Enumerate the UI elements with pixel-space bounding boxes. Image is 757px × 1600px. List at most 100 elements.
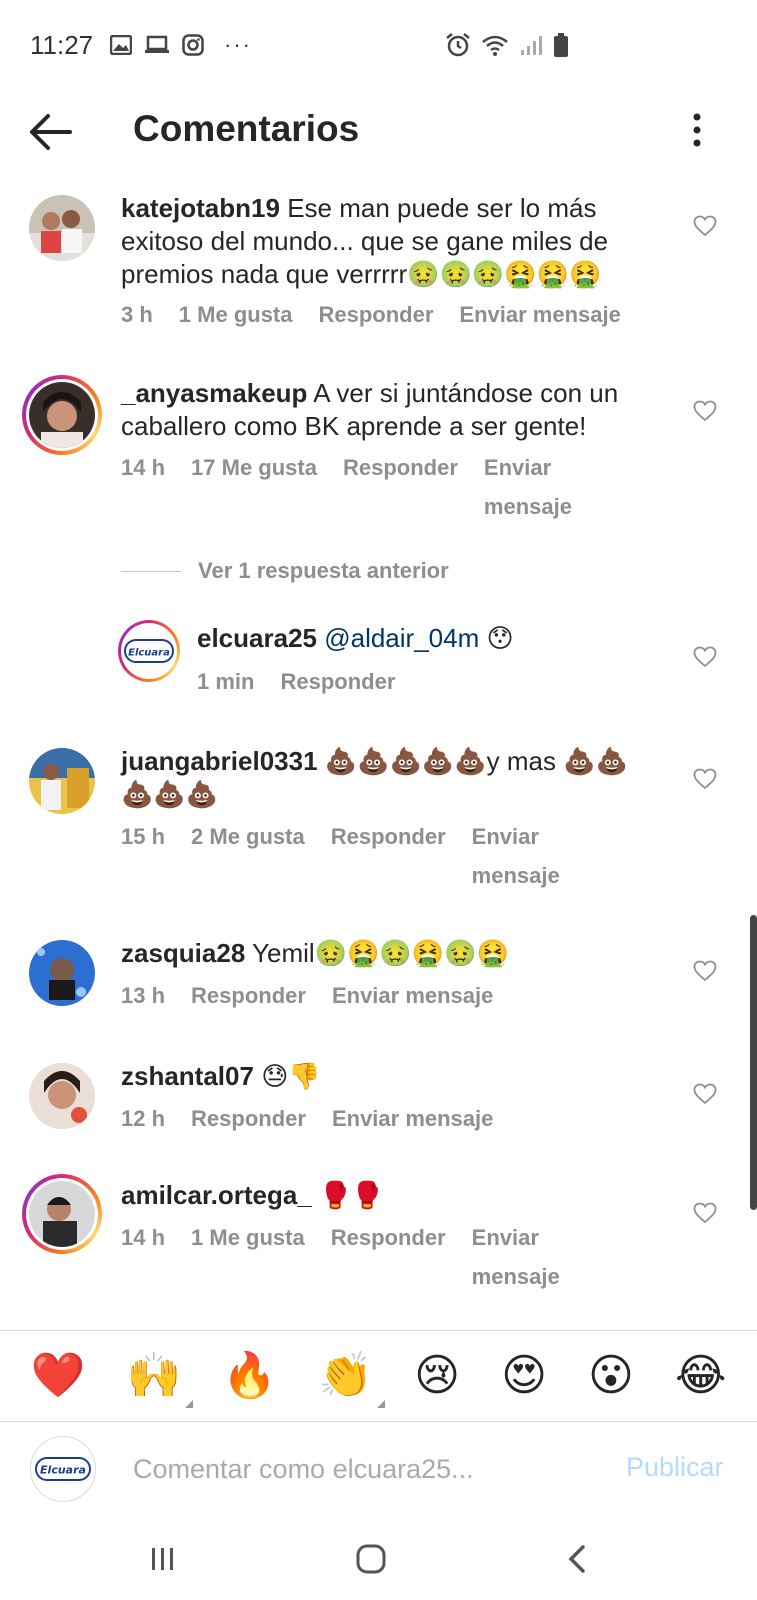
avatar-story-ring[interactable]: Elcuara <box>118 620 180 682</box>
heart-icon[interactable] <box>693 215 717 237</box>
heart-icon[interactable] <box>693 768 717 790</box>
reply-button[interactable]: Responder <box>331 1218 446 1296</box>
elcuara-logo-icon: Elcuara <box>35 1457 91 1481</box>
mention-link[interactable]: @aldair_04m <box>324 623 479 653</box>
elcuara-logo-icon: Elcuara <box>124 639 174 663</box>
comment-username[interactable]: juangabriel0331 <box>121 746 318 776</box>
comment-username[interactable]: zasquia28 <box>121 938 245 968</box>
comment-meta: 1 min Responder <box>197 662 421 701</box>
send-message-button[interactable]: Enviar mensaje <box>484 448 584 526</box>
comment-meta: 12 h Responder Enviar mensaje <box>121 1099 519 1138</box>
top-bar: Comentarios <box>0 92 757 172</box>
comment-username[interactable]: katejotabn19 <box>121 193 280 223</box>
send-message-button[interactable]: Enviar mensaje <box>332 1106 493 1131</box>
avatar-story-ring[interactable] <box>22 375 102 455</box>
emoji-surprised-button[interactable]: 😮 <box>588 1354 634 1398</box>
comment-time: 13 h <box>121 983 166 1008</box>
comment-time: 15 h <box>121 824 166 849</box>
reply-button[interactable]: Responder <box>191 983 306 1008</box>
system-nav-bar <box>0 1522 757 1600</box>
skin-tone-indicator-icon <box>185 1400 194 1408</box>
comment-likes-count[interactable]: 2 Me gusta <box>191 817 305 895</box>
comment-meta: 3 h 1 Me gusta Responder Enviar mensaje <box>121 295 647 334</box>
reply-button[interactable]: Responder <box>343 448 458 526</box>
comment-body: 🥊🥊 <box>319 1180 384 1210</box>
logo-text: Elcuara <box>40 1464 86 1477</box>
publish-button[interactable]: Publicar <box>626 1452 724 1483</box>
comment-meta: 13 h Responder Enviar mensaje <box>121 976 519 1015</box>
vertical-dots-icon <box>693 113 701 147</box>
reply-button[interactable]: Responder <box>280 669 395 694</box>
send-message-button[interactable]: Enviar mensaje <box>332 983 493 1008</box>
heart-icon[interactable] <box>693 1202 717 1224</box>
comment-text: _anyasmakeup A ver si juntándose con un … <box>121 377 661 443</box>
comment-input[interactable] <box>133 1449 603 1489</box>
comment-username[interactable]: amilcar.ortega_ <box>121 1180 312 1210</box>
comment-body: 😯 <box>486 623 514 653</box>
send-message-button[interactable]: Enviar mensaje <box>472 817 572 895</box>
heart-icon[interactable] <box>693 646 717 668</box>
comment-time: 12 h <box>121 1106 166 1131</box>
avatar[interactable] <box>29 940 95 1006</box>
comment-text: juangabriel0331 💩💩💩💩💩y mas 💩💩💩💩💩 <box>121 745 641 811</box>
comment-text: elcuara25 @aldair_04m 😯 <box>197 622 657 655</box>
heart-icon[interactable] <box>693 960 717 982</box>
comment-likes-count[interactable]: 1 Me gusta <box>179 302 293 327</box>
signal-icon <box>521 36 542 55</box>
avatar[interactable] <box>29 195 95 261</box>
comment-likes-count[interactable]: 1 Me gusta <box>191 1218 305 1296</box>
comment-username[interactable]: zshantal07 <box>121 1061 254 1091</box>
comment-username[interactable]: _anyasmakeup <box>121 378 307 408</box>
comment-likes-count[interactable]: 17 Me gusta <box>191 448 317 526</box>
send-message-button[interactable]: Enviar mensaje <box>472 1218 572 1296</box>
comment-time: 1 min <box>197 669 255 694</box>
scrollbar[interactable] <box>750 915 757 1210</box>
emoji-heart-button[interactable]: ❤️ <box>31 1354 86 1398</box>
status-bar: 11:27 ··· <box>0 0 757 92</box>
laptop-icon <box>145 35 169 53</box>
comment-meta: 14 h 17 Me gusta Responder Enviar mensaje <box>121 448 611 526</box>
instagram-icon <box>182 34 204 56</box>
emoji-laughing-button[interactable]: 😂 <box>675 1354 726 1398</box>
gallery-icon <box>110 35 132 55</box>
view-replies-label: Ver 1 respuesta anterior <box>198 558 449 583</box>
emoji-fire-button[interactable]: 🔥 <box>222 1354 277 1398</box>
avatar: Elcuara <box>30 1436 96 1502</box>
comment-time: 3 h <box>121 302 153 327</box>
divider <box>121 570 181 572</box>
heart-icon[interactable] <box>693 400 717 422</box>
quick-emoji-bar: ❤️ 🙌 🔥 👏 😢 😍 😮 😂 <box>0 1330 757 1422</box>
comment-username[interactable]: elcuara25 <box>197 623 317 653</box>
page-title: Comentarios <box>133 108 360 149</box>
comment-composer: Elcuara Publicar <box>0 1422 757 1522</box>
comment-time: 14 h <box>121 1225 166 1250</box>
comment-text: zshantal07 😓👎 <box>121 1060 661 1093</box>
skin-tone-indicator-icon <box>377 1400 386 1408</box>
heart-icon[interactable] <box>693 1083 717 1105</box>
reply-button[interactable]: Responder <box>319 302 434 327</box>
more-options-button[interactable] <box>682 110 712 150</box>
reply-button[interactable]: Responder <box>191 1106 306 1131</box>
view-replies-link[interactable]: Ver 1 respuesta anterior <box>121 558 449 584</box>
recent-apps-icon[interactable] <box>148 1544 178 1574</box>
emoji-clap-button[interactable]: 👏 <box>318 1354 386 1408</box>
home-icon[interactable] <box>356 1544 386 1574</box>
reply-button[interactable]: Responder <box>331 817 446 895</box>
avatar <box>29 382 95 448</box>
comment-time: 14 h <box>121 455 166 480</box>
send-message-button[interactable]: Enviar mensaje <box>459 302 620 327</box>
comment-meta: 15 h 2 Me gusta Responder Enviar mensaje <box>121 817 611 895</box>
more-notifications-icon: ··· <box>224 32 252 57</box>
avatar-story-ring[interactable] <box>22 1174 102 1254</box>
back-button[interactable] <box>28 110 74 154</box>
battery-icon <box>554 33 568 57</box>
avatar[interactable] <box>29 748 95 814</box>
back-nav-icon[interactable] <box>566 1544 588 1574</box>
emoji-raised-hands-button[interactable]: 🙌 <box>126 1351 194 1408</box>
emoji-crying-button[interactable]: 😢 <box>414 1354 460 1398</box>
avatar <box>29 1181 95 1247</box>
emoji-raised-hands-glyph: 🙌 <box>126 1351 182 1400</box>
avatar[interactable] <box>29 1063 95 1129</box>
comment-meta: 14 h 1 Me gusta Responder Enviar mensaje <box>121 1218 611 1296</box>
emoji-heart-eyes-button[interactable]: 😍 <box>501 1354 547 1398</box>
